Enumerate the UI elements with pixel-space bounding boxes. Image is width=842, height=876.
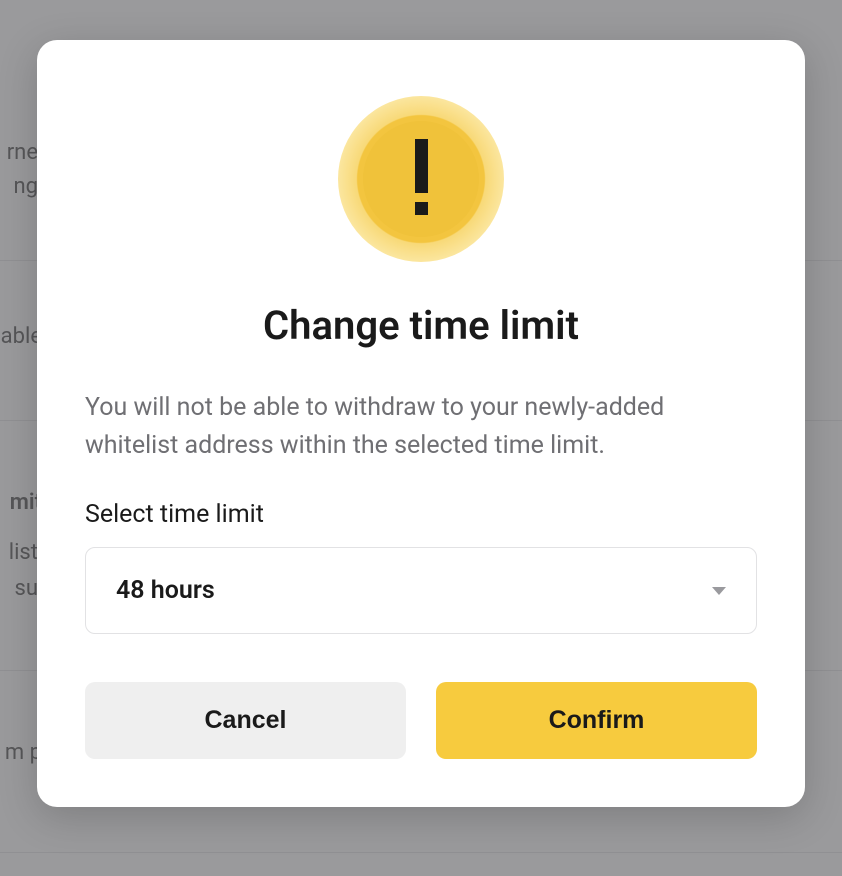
modal-description: You will not be able to withdraw to your…	[85, 389, 757, 464]
change-time-limit-modal: Change time limit You will not be able t…	[37, 40, 805, 807]
chevron-down-icon	[712, 587, 726, 595]
modal-icon-wrap	[85, 96, 757, 262]
exclamation-icon	[415, 139, 428, 215]
warning-icon	[338, 96, 504, 262]
modal-overlay[interactable]: Change time limit You will not be able t…	[0, 0, 842, 876]
cancel-button[interactable]: Cancel	[85, 682, 406, 759]
modal-button-row: Cancel Confirm	[85, 682, 757, 759]
time-limit-select[interactable]: 48 hours	[85, 547, 757, 634]
confirm-button[interactable]: Confirm	[436, 682, 757, 759]
time-limit-selected-value: 48 hours	[116, 576, 215, 605]
modal-title: Change time limit	[85, 302, 757, 349]
warning-icon-inner	[363, 121, 479, 237]
select-time-limit-label: Select time limit	[85, 500, 757, 529]
